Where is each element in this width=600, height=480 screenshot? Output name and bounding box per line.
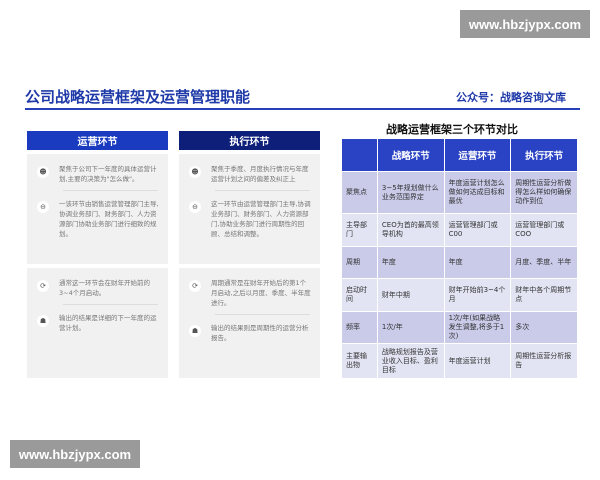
table-row: 周期 年度 年度 月度、季度、半年	[341, 246, 578, 279]
info-card: ☻ 聚焦于公司下一年度的具体运营计划,主要的决策为"怎么做"。 ⊖ 一该环节由销售运营…	[27, 154, 168, 264]
table-cell: 聚焦点	[341, 171, 378, 214]
card-item: ☗ 输出的结果则是周期性的运营分析报告。	[179, 317, 320, 347]
table-cell: 1次/年(如果战略发生调整,将多于1次)	[443, 311, 512, 344]
card-item: ⟳ 通常这一环节会在财年开始前的3~4个月启动。	[27, 272, 168, 302]
table-title: 战略运营框架三个环节对比	[386, 123, 518, 136]
table-cell: 多次	[510, 311, 578, 344]
card-item: ☻ 聚焦于季度、月度执行情况与年度运营计划之间的偏差及纠正上	[179, 158, 320, 188]
card-item: ⊖ 一该环节由销售运营管理部门主导,协调业务部门、财务部门、人力资源部门协助业务部…	[27, 193, 168, 243]
column-header: 执行环节	[179, 131, 320, 150]
table-cell: 周期性运营分析做得怎么样如何确保动作到位	[510, 171, 578, 214]
cycle-icon: ⟳	[189, 280, 201, 292]
column-0: 运营环节 ☻ 聚焦于公司下一年度的具体运营计划,主要的决策为"怎么做"。 ⊖ 一该环节由…	[27, 131, 168, 378]
watermark-top: www.hbzjypx.com	[460, 10, 590, 38]
divider	[215, 190, 310, 191]
table-row: 主要输出物 战略规划报告及营业收入目标、盈利目标 年度运营计划 周期性运营分析报告	[341, 343, 578, 379]
table-cell: 频率	[341, 311, 378, 344]
card-item: ☗ 输出的结果是详细的下一年度的运营计划。	[27, 307, 168, 337]
info-card: ⟳ 周期通常是在财年开始后的第1个月启动,之后以月度、季度、半年度进行。 ☗ 输出的结…	[179, 268, 320, 378]
table-cell: 3~5年规划做什么业务范围界定	[376, 171, 445, 214]
info-card: ⟳ 通常这一环节会在财年开始前的3~4个月启动。 ☗ 输出的结果是详细的下一年度的运营…	[27, 268, 168, 378]
table-cell: 财年中各个周期节点	[510, 278, 578, 312]
table-cell: 年度运营计划怎么做如何达成目标和最优	[443, 171, 512, 214]
table-cell: 主要输出物	[341, 343, 378, 379]
page-title: 公司战略运营框架及运营管理职能	[25, 88, 251, 106]
table-cell: 年度	[443, 246, 512, 279]
item-text: 周期通常是在财年开始后的第1个月启动,之后以月度、季度、半年度进行。	[211, 279, 311, 307]
table-cell: 战略规划报告及营业收入目标、盈利目标	[376, 343, 445, 379]
item-text: 聚焦于公司下一年度的具体运营计划,主要的决策为"怎么做"。	[59, 165, 157, 183]
table-header	[341, 138, 378, 172]
person-icon: ☻	[189, 166, 201, 178]
item-text: 这一环节由运营管理部门主导,协调业务部门、财务部门、人力资源部门,协助业务部门进…	[211, 200, 311, 238]
table-cell: 年度	[376, 246, 445, 279]
title-divider	[25, 108, 580, 110]
table-cell: 运营管理部门或COO	[510, 213, 578, 247]
table-cell: 运营管理部门或C00	[443, 213, 512, 247]
head-icon: ☗	[189, 325, 201, 337]
item-text: 通常这一环节会在财年开始前的3~4个月启动。	[59, 279, 150, 297]
head-icon: ☗	[37, 315, 49, 327]
item-text: 一该环节由销售运营管理部门主导,协调业务部门、财务部门、人力资源部门协助业务部门…	[59, 200, 159, 238]
divider	[63, 304, 158, 305]
table-cell: 周期	[341, 246, 378, 279]
divider	[63, 190, 158, 191]
table-cell: 1次/年	[376, 311, 445, 344]
minus-circle-icon: ⊖	[37, 201, 49, 213]
item-text: 输出的结果是详细的下一年度的运营计划。	[59, 314, 157, 332]
column-1: 执行环节 ☻ 聚焦于季度、月度执行情况与年度运营计划之间的偏差及纠正上 ⊖ 这一环节由运…	[179, 131, 320, 378]
table-header: 运营环节	[443, 138, 512, 172]
column-header: 运营环节	[27, 131, 168, 150]
table-cell: 年度运营计划	[443, 343, 512, 379]
table-row: 频率 1次/年 1次/年(如果战略发生调整,将多于1次) 多次	[341, 311, 578, 344]
person-icon: ☻	[37, 166, 49, 178]
cycle-icon: ⟳	[37, 280, 49, 292]
card-item: ⊖ 这一环节由运营管理部门主导,协调业务部门、财务部门、人力资源部门,协助业务部门…	[179, 193, 320, 243]
table-cell: 启动时间	[341, 278, 378, 312]
table-cell: CEO为首的最高领导机构	[376, 213, 445, 247]
item-text: 输出的结果则是周期性的运营分析报告。	[211, 324, 309, 342]
item-text: 聚焦于季度、月度执行情况与年度运营计划之间的偏差及纠正上	[211, 165, 309, 183]
account-label: 公众号：战略咨询文库	[456, 91, 566, 104]
table-cell: 财年中期	[376, 278, 445, 312]
info-card: ☻ 聚焦于季度、月度执行情况与年度运营计划之间的偏差及纠正上 ⊖ 这一环节由运营管理部…	[179, 154, 320, 264]
card-item: ☻ 聚焦于公司下一年度的具体运营计划,主要的决策为"怎么做"。	[27, 158, 168, 188]
table-cell: 主导部门	[341, 213, 378, 247]
table-cell: 财年开始前3~4个月	[443, 278, 512, 312]
table-header: 战略环节	[376, 138, 445, 172]
divider	[215, 314, 310, 315]
minus-circle-icon: ⊖	[189, 201, 201, 213]
table-row: 聚焦点 3~5年规划做什么业务范围界定 年度运营计划怎么做如何达成目标和最优 周期性运…	[341, 171, 578, 214]
table-cell: 周期性运营分析报告	[510, 343, 578, 379]
table-cell: 月度、季度、半年	[510, 246, 578, 279]
card-item: ⟳ 周期通常是在财年开始后的第1个月启动,之后以月度、季度、半年度进行。	[179, 272, 320, 312]
table-row: 主导部门 CEO为首的最高领导机构 运营管理部门或C00 运营管理部门或COO	[341, 213, 578, 247]
comparison-table: 战略环节 运营环节 执行环节 聚焦点 3~5年规划做什么业务范围界定 年度运营计划怎么做如…	[341, 138, 578, 379]
table-row: 启动时间 财年中期 财年开始前3~4个月 财年中各个周期节点	[341, 278, 578, 312]
table-header: 执行环节	[510, 138, 578, 172]
watermark-bottom: www.hbzjypx.com	[10, 440, 140, 468]
